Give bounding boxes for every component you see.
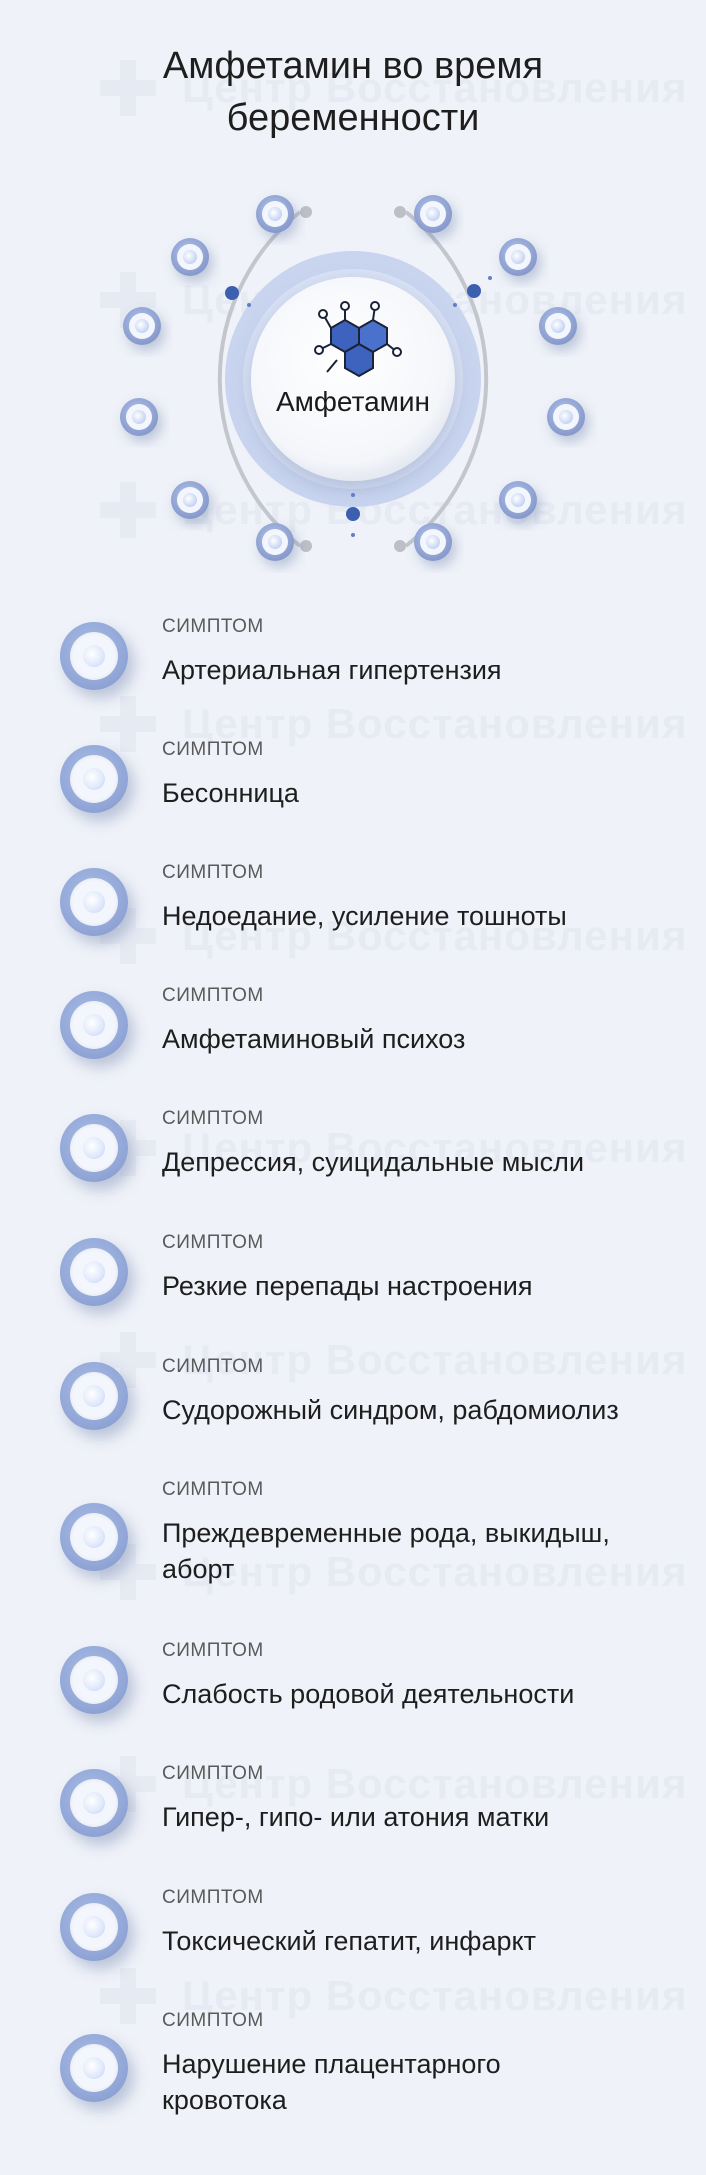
ring-node [539,307,577,345]
ring-node [414,523,452,561]
ring-end-dot [394,206,406,218]
symptom-kicker: СИМПТОМ [162,985,264,1006]
ring-node [499,481,537,519]
ring-end-dot [394,540,406,552]
bullet-marker-icon [60,1893,128,1961]
accent-dot [467,284,481,298]
accent-dot-small [351,493,355,497]
accent-dot [225,286,239,300]
ring-node [256,523,294,561]
symptom-text-line-1: Нарушение плацентарного [162,2049,501,2079]
ring-end-dot [300,540,312,552]
bullet-marker-icon [60,991,128,1059]
accent-dot-small [453,303,457,307]
bullet-marker-icon [60,1503,128,1571]
symptom-text: Судорожный синдром, рабдомиолиз [162,1395,619,1425]
bullet-marker-icon [60,1362,128,1430]
ring-node [171,481,209,519]
accent-dot-small [247,303,251,307]
watermark-logo-icon [100,1968,156,2024]
symptom-kicker: СИМПТОМ [162,1640,264,1661]
symptom-kicker: СИМПТОМ [162,616,264,637]
symptom-text: Амфетаминовый психоз [162,1024,466,1054]
symptom-kicker: СИМПТОМ [162,1763,264,1784]
hero-ring-svg [120,195,585,561]
symptom-kicker: СИМПТОМ [162,1479,264,1500]
title-line-1: Амфетамин во время [162,45,544,87]
ring-node [120,398,158,436]
center-label: Амфетамин [275,386,431,417]
hero-diagram: Амфетамин [0,170,706,590]
accent-dot-small [488,276,492,280]
bullet-marker-icon [60,2034,128,2102]
symptom-text-line-1: Преждевременные рода, выкидыш, [162,1518,610,1548]
bullet-marker-icon [60,1769,128,1837]
bullet-marker-icon [60,1238,128,1306]
ring-end-dot [300,206,312,218]
bullet-marker-icon [60,745,128,813]
symptom-kicker: СИМПТОМ [162,1232,264,1253]
symptom-kicker: СИМПТОМ [162,862,264,883]
symptom-text: Недоедание, усиление тошноты [162,901,567,931]
symptom-text: Слабость родовой деятельности [162,1679,575,1709]
bullet-marker-icon [60,622,128,690]
bullet-marker-icon [60,868,128,936]
ring-node [547,398,585,436]
ring-node [499,238,537,276]
symptom-text-line-2: аборт [162,1554,235,1584]
symptom-text: Резкие перепады настроения [162,1271,533,1301]
symptom-kicker: СИМПТОМ [162,1356,264,1377]
accent-dot-small [351,533,355,537]
symptom-text: Гипер-, гипо- или атония матки [162,1802,550,1832]
symptom-text: Нарушение плацентарного кровотока [162,2046,662,2118]
symptom-text: Токсический гепатит, инфаркт [162,1926,537,1956]
symptom-text: Бесонница [162,778,299,808]
symptom-text: Преждевременные рода, выкидыш, аборт [162,1515,662,1587]
center-disc [251,277,455,481]
accent-dot [346,507,360,521]
symptom-text: Артериальная гипертензия [162,655,502,685]
symptom-kicker: СИМПТОМ [162,1887,264,1908]
bullet-marker-icon [60,1646,128,1714]
title-line-2: беременности [226,97,480,139]
ring-node [414,195,452,233]
symptom-text: Депрессия, суицидальные мысли [162,1147,585,1177]
ring-node [171,238,209,276]
page-title: Амфетамин во время беременности [0,40,706,144]
symptom-kicker: СИМПТОМ [162,2010,264,2031]
ring-node [256,195,294,233]
ring-node [123,307,161,345]
bullet-marker-icon [60,1114,128,1182]
symptom-kicker: СИМПТОМ [162,1108,264,1129]
symptom-kicker: СИМПТОМ [162,739,264,760]
symptom-text-line-2: кровотока [162,2085,287,2115]
